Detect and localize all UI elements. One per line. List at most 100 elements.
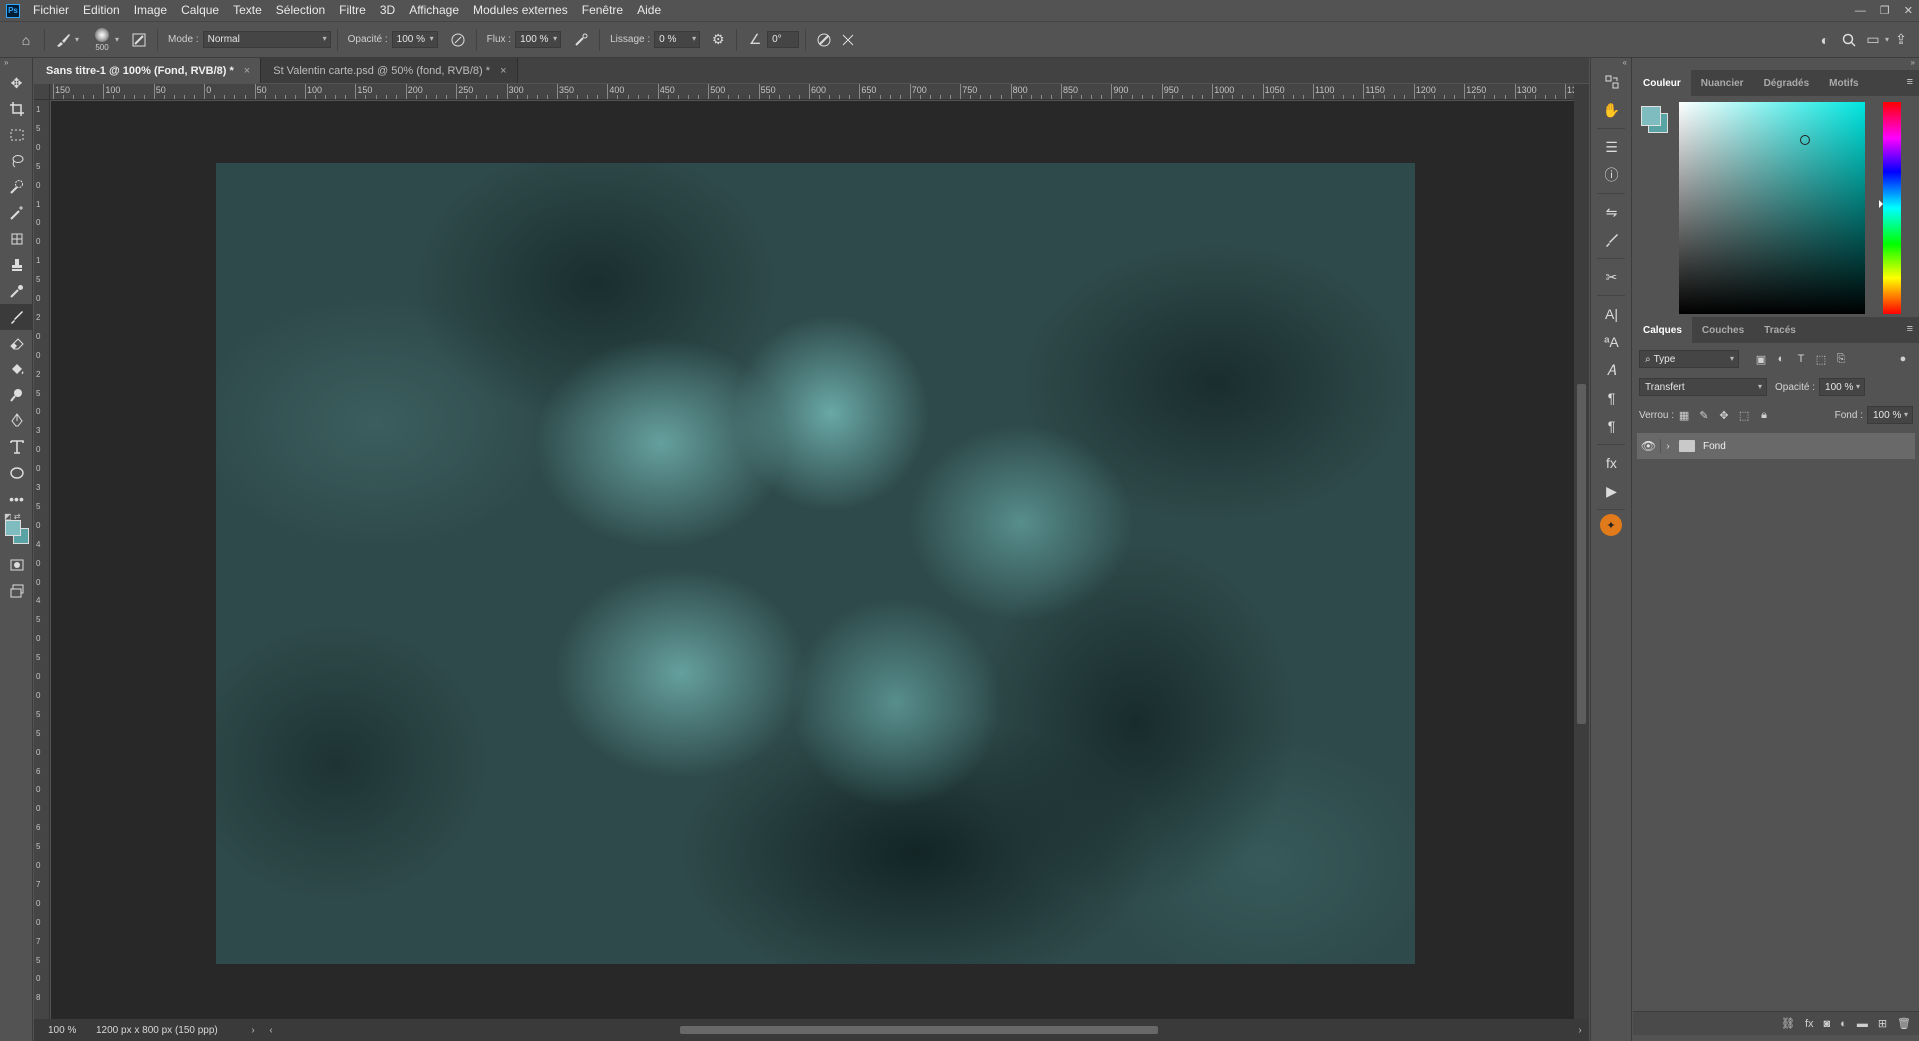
actions-play-icon[interactable]: ▶ xyxy=(1591,477,1632,505)
lock-pixels-icon[interactable]: ✎ xyxy=(1694,409,1714,422)
move-tool-icon[interactable]: ✥ xyxy=(0,70,33,96)
chevron-down-icon[interactable]: ▾ xyxy=(75,35,79,44)
close-button[interactable]: ✕ xyxy=(1904,4,1913,17)
character-styles-icon[interactable]: ªA xyxy=(1591,328,1632,356)
collapse-icon[interactable]: » xyxy=(0,58,32,70)
paragraph-icon[interactable]: ¶ xyxy=(1591,384,1632,412)
filter-adjustment-icon[interactable]: ◐ xyxy=(1771,353,1791,365)
scrollbar-thumb[interactable] xyxy=(1577,384,1586,724)
ellipse-tool-icon[interactable] xyxy=(0,460,33,486)
mode-select[interactable]: Normal ▾ xyxy=(202,31,331,48)
symmetry-icon[interactable] xyxy=(836,28,860,52)
layer-name[interactable]: Fond xyxy=(1703,441,1726,452)
filter-type-icon[interactable]: T xyxy=(1791,353,1811,365)
trash-icon[interactable]: 🗑︎ xyxy=(1897,1017,1911,1030)
opacity-field[interactable]: 100 % ▾ xyxy=(391,31,438,48)
properties-icon[interactable]: ⇋ xyxy=(1591,198,1632,226)
brush-settings-panel-icon[interactable] xyxy=(127,28,151,52)
paint-bucket-tool-icon[interactable] xyxy=(0,356,33,382)
chevron-right-icon[interactable]: › xyxy=(244,1025,262,1036)
zoom-level[interactable]: 100 % xyxy=(34,1025,84,1036)
chevron-right-icon[interactable]: › xyxy=(1661,441,1675,452)
hue-slider[interactable] xyxy=(1883,102,1901,314)
brush-settings-icon[interactable] xyxy=(1591,226,1632,254)
tab-degrades[interactable]: Dégradés xyxy=(1754,70,1820,96)
restore-button[interactable]: ❐ xyxy=(1880,4,1890,17)
filter-shape-icon[interactable]: ⬚ xyxy=(1811,353,1831,366)
ruler-horizontal[interactable]: 150 100 50 0 50 100 150 200 250 300 350 400 450 500 55… xyxy=(50,84,1574,100)
hand-icon[interactable]: ✋ xyxy=(1591,96,1632,124)
tab-nuancier[interactable]: Nuancier xyxy=(1691,70,1754,96)
tab-couches[interactable]: Couches xyxy=(1692,317,1754,343)
adjustments-icon[interactable]: ☰ xyxy=(1591,133,1632,161)
collapse-icon[interactable]: » xyxy=(1633,58,1919,70)
type-tool-icon[interactable] xyxy=(0,434,33,460)
gear-icon[interactable]: ⚙ xyxy=(706,28,730,52)
plugin-icon[interactable]: ✦ xyxy=(1600,514,1622,536)
pen-tool-icon[interactable] xyxy=(0,408,33,434)
vertical-scrollbar[interactable] xyxy=(1574,84,1589,1019)
menu-filtre[interactable]: Filtre xyxy=(332,0,373,21)
tab-motifs[interactable]: Motifs xyxy=(1819,70,1868,96)
menu-texte[interactable]: Texte xyxy=(226,0,269,21)
chevron-right-icon[interactable]: › xyxy=(1571,1025,1589,1036)
color-picker-field[interactable] xyxy=(1679,102,1865,314)
crop-tool-icon[interactable] xyxy=(0,96,33,122)
quick-selection-tool-icon[interactable] xyxy=(0,174,33,200)
filter-smart-object-icon[interactable]: ⎘ xyxy=(1831,353,1851,366)
menu-calque[interactable]: Calque xyxy=(174,0,226,21)
brush-tool-preset-icon[interactable] xyxy=(51,28,75,52)
link-layers-icon[interactable]: ⛓ xyxy=(1781,1017,1795,1030)
layer-row-fond[interactable]: 👁︎ › Fond xyxy=(1637,433,1915,459)
lock-transparency-icon[interactable]: ▦ xyxy=(1674,409,1694,422)
foreground-color-swatch[interactable] xyxy=(5,520,21,536)
eyedropper-tool-icon[interactable] xyxy=(0,278,33,304)
ruler-corner[interactable] xyxy=(34,84,50,100)
menu-3d[interactable]: 3D xyxy=(373,0,402,21)
panel-menu-icon[interactable]: ≡ xyxy=(1907,323,1913,335)
foreground-color-chip[interactable] xyxy=(1641,106,1661,126)
menu-image[interactable]: Image xyxy=(127,0,174,21)
close-icon[interactable]: × xyxy=(244,65,250,77)
pressure-opacity-icon[interactable] xyxy=(446,28,470,52)
menu-fenetre[interactable]: Fenêtre xyxy=(575,0,630,21)
lock-position-icon[interactable]: ✥ xyxy=(1714,409,1734,422)
tab-st-valentin[interactable]: St Valentin carte.psd @ 50% (fond, RVB/8… xyxy=(261,58,518,83)
layer-style-fx-icon[interactable]: fx xyxy=(1805,1018,1814,1030)
marquee-tool-icon[interactable] xyxy=(0,122,33,148)
eye-icon[interactable]: 👁︎ xyxy=(1637,439,1661,453)
ruler-vertical[interactable]: 1 5 0 5 0 1 0 0 1 5 0 2 0 0 2 5 0 3 0 0 3 5 0 4 0 0 4 5 0 5 0 0 5 5 0 6 0 0 6 5… xyxy=(34,100,50,1019)
lasso-tool-icon[interactable] xyxy=(0,148,33,174)
close-icon[interactable]: × xyxy=(500,65,506,77)
character-icon[interactable]: A| xyxy=(1591,300,1632,328)
menu-selection[interactable]: Sélection xyxy=(269,0,332,21)
hue-slider-marker[interactable] xyxy=(1879,199,1883,208)
menu-affichage[interactable]: Affichage xyxy=(402,0,466,21)
minimize-button[interactable]: — xyxy=(1855,5,1866,17)
collapse-icon[interactable]: « xyxy=(1591,58,1631,68)
tab-sans-titre[interactable]: Sans titre-1 @ 100% (Fond, RVB/8) * × xyxy=(34,58,262,83)
frame-tool-icon[interactable] xyxy=(0,226,33,252)
panel-menu-icon[interactable]: ≡ xyxy=(1907,76,1913,88)
adjustment-layer-icon[interactable]: ◐ xyxy=(1840,1018,1847,1030)
quick-mask-icon[interactable] xyxy=(0,552,33,578)
layer-mask-icon[interactable]: ◙ xyxy=(1824,1018,1831,1030)
new-layer-icon[interactable]: ⊞ xyxy=(1878,1017,1887,1030)
learn-icon[interactable]: ◐ xyxy=(1813,28,1837,52)
stamp-tool-icon[interactable] xyxy=(0,252,33,278)
share-icon[interactable]: ⇪ xyxy=(1889,28,1913,52)
filter-toggle-icon[interactable]: ● xyxy=(1893,353,1913,365)
chevron-left-icon[interactable]: ‹ xyxy=(262,1025,280,1036)
more-tools-icon[interactable]: ••• xyxy=(0,486,33,512)
filter-pixel-icon[interactable]: ▣ xyxy=(1751,353,1771,366)
workspace-icon[interactable]: ▭ xyxy=(1861,28,1885,52)
styles-fx-icon[interactable]: fx xyxy=(1591,449,1632,477)
menu-modules-externes[interactable]: Modules externes xyxy=(466,0,575,21)
blend-mode-select[interactable]: Transfert ▾ xyxy=(1639,378,1767,396)
fill-field[interactable]: 100 % ▾ xyxy=(1867,406,1913,424)
menu-aide[interactable]: Aide xyxy=(630,0,668,21)
horizontal-scrollbar[interactable] xyxy=(280,1024,1571,1036)
screen-mode-icon[interactable] xyxy=(0,578,33,604)
dodge-tool-icon[interactable] xyxy=(0,382,33,408)
tab-traces[interactable]: Tracés xyxy=(1754,317,1806,343)
